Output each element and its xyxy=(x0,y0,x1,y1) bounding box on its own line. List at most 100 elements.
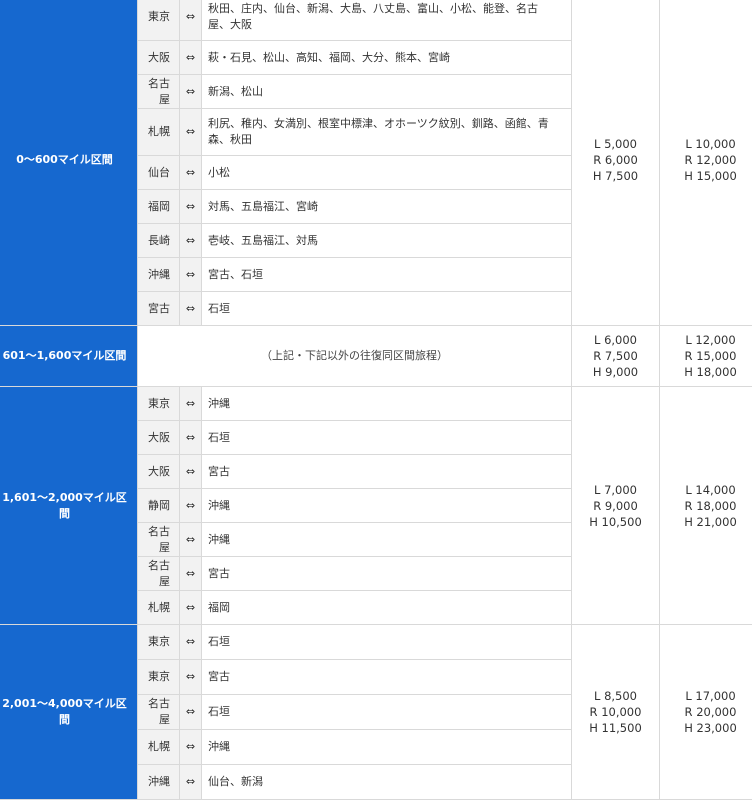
round-trip-arrow: ⇔ xyxy=(180,695,202,730)
miles-regular: R 12,000 xyxy=(660,152,752,168)
round-trip-arrow: ⇔ xyxy=(180,292,202,326)
origin-city: 名古屋 xyxy=(138,75,180,109)
miles-regular: R 9,000 xyxy=(572,498,659,514)
round-trip-arrow: ⇔ xyxy=(180,455,202,489)
origin-city: 東京 xyxy=(138,0,180,41)
other-routes-note: （上記・下記以外の往復同区間旅程） xyxy=(138,326,572,387)
round-trip-arrow: ⇔ xyxy=(180,421,202,455)
destination-cities: 沖縄 xyxy=(202,523,572,557)
miles-regular: R 7,500 xyxy=(572,348,659,364)
required-miles-column-b: L 17,000 R 20,000 H 23,000 xyxy=(660,625,752,800)
miles-high: H 21,000 xyxy=(660,514,752,530)
miles-low: L 5,000 xyxy=(572,136,659,152)
destination-cities: 秋田、庄内、仙台、新潟、大島、八丈島、富山、小松、能登、名古屋、大阪 xyxy=(202,0,572,41)
round-trip-arrow: ⇔ xyxy=(180,258,202,292)
destination-cities: 対馬、五島福江、宮崎 xyxy=(202,190,572,224)
distance-band-label: 2,001〜4,000マイル区間 xyxy=(0,625,138,800)
round-trip-arrow: ⇔ xyxy=(180,557,202,591)
round-trip-arrow: ⇔ xyxy=(180,109,202,156)
destination-cities: 利尻、稚内、女満別、根室中標津、オホーツク紋別、釧路、函館、青森、秋田 xyxy=(202,109,572,156)
table-row: 1,601〜2,000マイル区間 東京 ⇔ 沖縄 L 7,000 R 9,000… xyxy=(0,387,752,421)
origin-city: 大阪 xyxy=(138,455,180,489)
origin-city: 名古屋 xyxy=(138,695,180,730)
destination-cities: 宮古 xyxy=(202,557,572,591)
destination-cities: 沖縄 xyxy=(202,387,572,421)
destination-cities: 壱岐、五島福江、対馬 xyxy=(202,224,572,258)
miles-regular: R 10,000 xyxy=(572,704,659,720)
destination-cities: 福岡 xyxy=(202,591,572,625)
round-trip-arrow: ⇔ xyxy=(180,765,202,800)
round-trip-arrow: ⇔ xyxy=(180,387,202,421)
miles-high: H 23,000 xyxy=(660,720,752,736)
required-miles-column-a: L 6,000 R 7,500 H 9,000 xyxy=(572,326,660,387)
miles-high: H 9,000 xyxy=(572,364,659,380)
destination-cities: 宮古 xyxy=(202,455,572,489)
required-miles-column-a: L 7,000 R 9,000 H 10,500 xyxy=(572,387,660,625)
miles-regular: R 15,000 xyxy=(660,348,752,364)
miles-high: H 10,500 xyxy=(572,514,659,530)
round-trip-arrow: ⇔ xyxy=(180,41,202,75)
destination-cities: 石垣 xyxy=(202,292,572,326)
required-miles-column-a: L 8,500 R 10,000 H 11,500 xyxy=(572,625,660,800)
origin-city: 仙台 xyxy=(138,156,180,190)
miles-high: H 15,000 xyxy=(660,168,752,184)
award-miles-table: 0〜600マイル区間 東京 ⇔ 秋田、庄内、仙台、新潟、大島、八丈島、富山、小松… xyxy=(0,0,752,800)
miles-low: L 7,000 xyxy=(572,482,659,498)
destination-cities: 宮古 xyxy=(202,660,572,695)
miles-regular: R 18,000 xyxy=(660,498,752,514)
destination-cities: 石垣 xyxy=(202,421,572,455)
table-row: 2,001〜4,000マイル区間 東京 ⇔ 石垣 L 8,500 R 10,00… xyxy=(0,625,752,660)
origin-city: 沖縄 xyxy=(138,765,180,800)
round-trip-arrow: ⇔ xyxy=(180,75,202,109)
origin-city: 東京 xyxy=(138,625,180,660)
destination-cities: 萩・石見、松山、高知、福岡、大分、熊本、宮崎 xyxy=(202,41,572,75)
round-trip-arrow: ⇔ xyxy=(180,591,202,625)
round-trip-arrow: ⇔ xyxy=(180,489,202,523)
round-trip-arrow: ⇔ xyxy=(180,660,202,695)
origin-city: 名古屋 xyxy=(138,557,180,591)
round-trip-arrow: ⇔ xyxy=(180,730,202,765)
destination-cities: 小松 xyxy=(202,156,572,190)
origin-city: 静岡 xyxy=(138,489,180,523)
round-trip-arrow: ⇔ xyxy=(180,156,202,190)
origin-city: 東京 xyxy=(138,660,180,695)
miles-high: H 7,500 xyxy=(572,168,659,184)
distance-band-label: 601〜1,600マイル区間 xyxy=(0,326,138,387)
origin-city: 福岡 xyxy=(138,190,180,224)
round-trip-arrow: ⇔ xyxy=(180,523,202,557)
origin-city: 名古屋 xyxy=(138,523,180,557)
required-miles-column-b: L 12,000 R 15,000 H 18,000 xyxy=(660,326,752,387)
table-row: 0〜600マイル区間 東京 ⇔ 秋田、庄内、仙台、新潟、大島、八丈島、富山、小松… xyxy=(0,0,752,41)
round-trip-arrow: ⇔ xyxy=(180,0,202,41)
miles-low: L 14,000 xyxy=(660,482,752,498)
round-trip-arrow: ⇔ xyxy=(180,224,202,258)
required-miles-column-b: L 14,000 R 18,000 H 21,000 xyxy=(660,387,752,625)
origin-city: 宮古 xyxy=(138,292,180,326)
miles-high: H 11,500 xyxy=(572,720,659,736)
miles-low: L 10,000 xyxy=(660,136,752,152)
destination-cities: 仙台、新潟 xyxy=(202,765,572,800)
miles-low: L 12,000 xyxy=(660,332,752,348)
distance-band-label: 0〜600マイル区間 xyxy=(0,0,138,326)
origin-city: 沖縄 xyxy=(138,258,180,292)
destination-cities: 沖縄 xyxy=(202,730,572,765)
destination-cities: 石垣 xyxy=(202,695,572,730)
destination-cities: 新潟、松山 xyxy=(202,75,572,109)
miles-regular: R 6,000 xyxy=(572,152,659,168)
origin-city: 長崎 xyxy=(138,224,180,258)
destination-cities: 石垣 xyxy=(202,625,572,660)
destination-cities: 宮古、石垣 xyxy=(202,258,572,292)
table-row: 601〜1,600マイル区間 （上記・下記以外の往復同区間旅程） L 6,000… xyxy=(0,326,752,387)
round-trip-arrow: ⇔ xyxy=(180,625,202,660)
distance-band-label: 1,601〜2,000マイル区間 xyxy=(0,387,138,625)
miles-low: L 6,000 xyxy=(572,332,659,348)
miles-low: L 17,000 xyxy=(660,688,752,704)
miles-regular: R 20,000 xyxy=(660,704,752,720)
required-miles-column-b: L 10,000 R 12,000 H 15,000 xyxy=(660,0,752,326)
origin-city: 札幌 xyxy=(138,109,180,156)
origin-city: 大阪 xyxy=(138,421,180,455)
miles-low: L 8,500 xyxy=(572,688,659,704)
origin-city: 大阪 xyxy=(138,41,180,75)
origin-city: 東京 xyxy=(138,387,180,421)
destination-cities: 沖縄 xyxy=(202,489,572,523)
